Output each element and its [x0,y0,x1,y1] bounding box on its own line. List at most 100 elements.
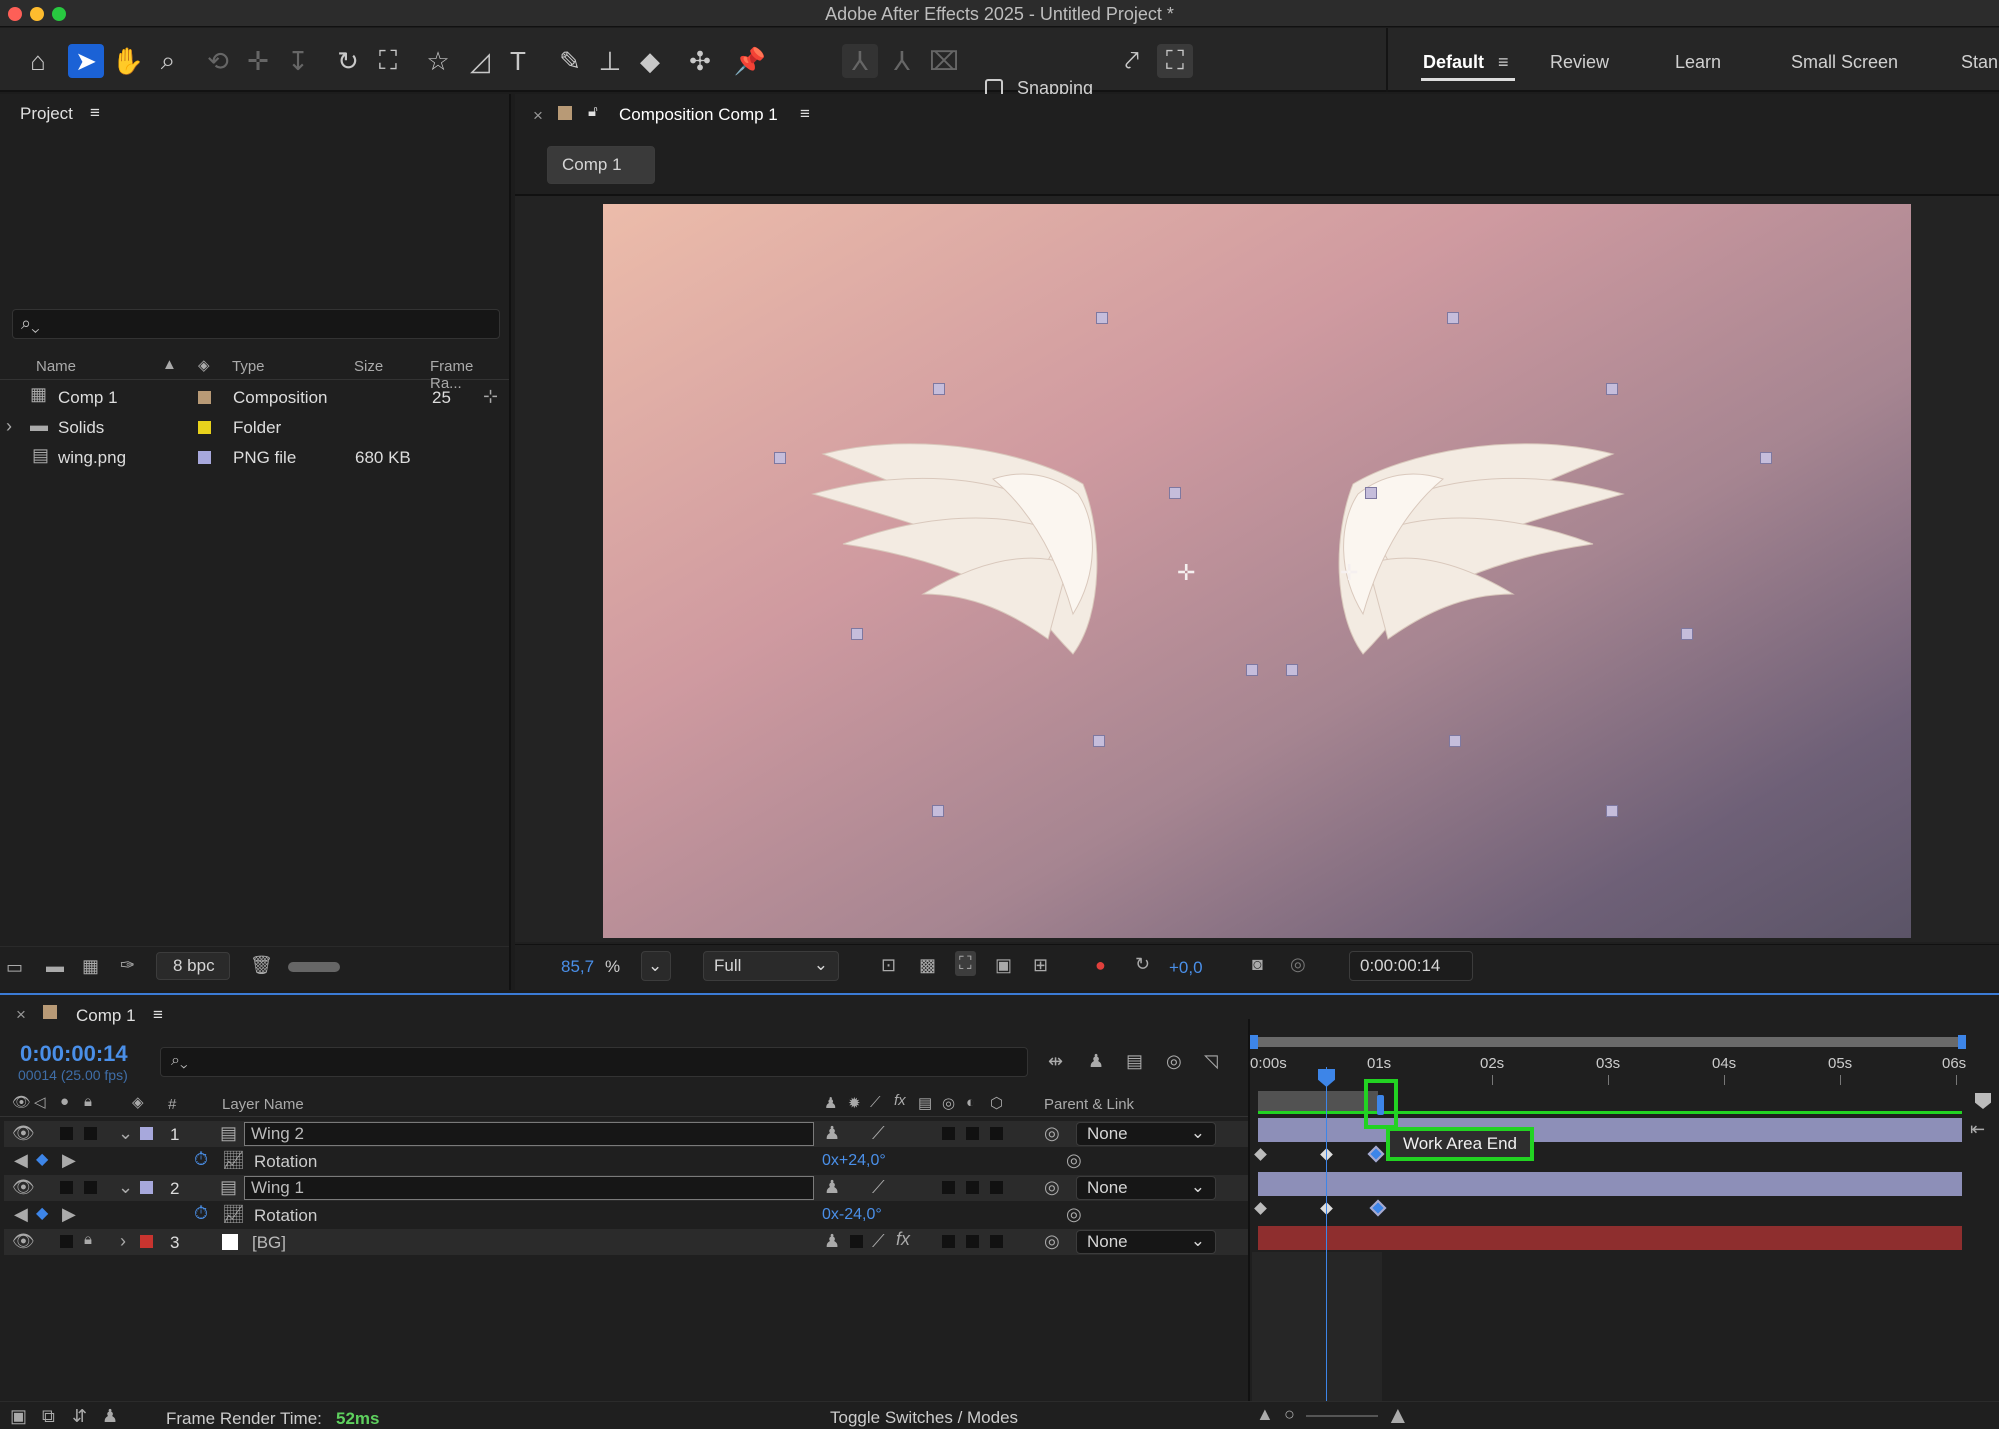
switch-box[interactable] [966,1235,979,1248]
solo-box[interactable] [60,1235,73,1248]
switch-box[interactable] [850,1235,863,1248]
zoom-dropdown[interactable]: ⌄ [641,951,671,981]
keyframe-selected[interactable] [1367,1145,1385,1163]
zoom-value[interactable]: 85,7 [561,957,594,977]
channels-icon[interactable]: ● [1095,955,1106,976]
work-area-start-handle[interactable] [1250,1035,1258,1049]
label-color-swatch[interactable] [198,451,211,464]
keyframe[interactable] [1254,1202,1267,1215]
project-search-input[interactable]: ⌕⌄ [12,309,500,339]
layer-name-field[interactable]: Wing 2 [244,1122,814,1146]
layer-bar-bg[interactable] [1258,1226,1962,1250]
eraser-icon[interactable]: ◆ [632,44,668,78]
close-tab-icon[interactable]: × [16,1005,26,1025]
star-shape-icon[interactable]: ☆ [420,44,456,78]
toggle-switches-modes[interactable]: Toggle Switches / Modes [830,1408,1018,1428]
twirl-open-icon[interactable]: ⌄ [118,1177,133,1198]
comp-end-marker[interactable] [1975,1093,1991,1109]
list-item[interactable]: ▦ Comp 1 Composition 25 ⊹ [0,382,498,412]
label-color-swatch[interactable] [198,421,211,434]
comp-panel-menu-icon[interactable]: ≡ [800,104,810,124]
lock-box[interactable] [84,1181,97,1194]
pick-whip-icon[interactable]: ◎ [1044,1177,1060,1198]
visibility-eye-icon[interactable]: 👁︎ [12,1177,35,1198]
dolly-icon[interactable]: ↧ [280,44,316,78]
transparency-grid-icon[interactable]: ▩ [919,955,936,976]
wing-left[interactable] [803,414,1103,664]
wing-right[interactable] [1333,414,1633,664]
visibility-eye-icon[interactable]: 👁︎ [12,1231,35,1252]
transform-handle[interactable] [1093,735,1105,747]
exposure-value[interactable]: +0,0 [1169,958,1203,978]
snapshot-camera-icon[interactable]: ◙ [1252,954,1263,975]
transfer-controls-toggle-icon[interactable]: ⧉ [42,1406,55,1427]
axis-world-icon[interactable]: ⅄ [884,44,920,78]
composition-mini-flowchart-icon[interactable]: ⇹ [1048,1051,1063,1072]
3d-switch-icon[interactable]: ⬡ [990,1094,1003,1112]
zoom-out-icon[interactable]: ▲ [1256,1404,1274,1425]
pick-whip-icon[interactable]: ◎ [1044,1123,1060,1144]
playhead-handle[interactable] [1318,1069,1335,1087]
zoom-slider-knob[interactable]: ○ [1284,1404,1295,1425]
transform-handle[interactable] [1365,487,1377,499]
prev-keyframe-icon[interactable]: ◀ [14,1204,28,1225]
frame-blend-switch-icon[interactable]: ▤ [918,1094,932,1112]
workspace-small-screen[interactable]: Small Screen [1791,52,1898,73]
workspace-standard[interactable]: Stan [1961,52,1998,73]
switch-box[interactable] [990,1235,1003,1248]
pan-icon[interactable]: ✛ [240,44,276,78]
table-row[interactable]: ◀ ◆ ▶ ⏱ 📈︎ Rotation 0x+24,0° ◎ [4,1148,1248,1174]
brush-icon[interactable]: ✎ [552,44,588,78]
timeline-menu-icon[interactable]: ≡ [153,1005,163,1025]
switch-box[interactable] [966,1127,979,1140]
project-panel-menu-icon[interactable]: ≡ [90,103,100,123]
timeline-tab-title[interactable]: Comp 1 [76,1006,136,1026]
bpc-button[interactable]: 8 bpc [156,952,230,980]
pen-icon[interactable]: ◿ [462,44,498,78]
shy-icon[interactable]: ♟ [824,1177,840,1198]
show-snapshot-icon[interactable]: ◎ [1290,954,1306,975]
thumbnail-slider[interactable] [288,962,340,972]
motion-blur-icon[interactable]: ◎ [1166,1051,1182,1072]
audio-switch-icon[interactable]: ◁ [34,1093,46,1111]
stopwatch-icon[interactable]: ⏱ [194,1149,208,1170]
delete-icon[interactable]: 🗑 [250,955,273,976]
type-icon[interactable]: T [500,44,536,78]
table-row[interactable]: ◀ ◆ ▶ ⏱ 📈︎ Rotation 0x-24,0° ◎ [4,1202,1248,1228]
label-color-swatch[interactable] [140,1127,153,1140]
region-of-interest-icon[interactable]: ▣ [995,955,1012,976]
col-layer-name[interactable]: Layer Name [222,1096,304,1113]
axis-view-icon[interactable]: ⌧ [926,44,962,78]
col-size[interactable]: Size [354,358,383,375]
shy-switch-icon[interactable]: ♟ [824,1094,837,1112]
transform-handle[interactable] [851,628,863,640]
work-area-end-handle[interactable] [1958,1035,1966,1049]
disclosure-arrow-icon[interactable]: › [6,416,12,437]
transform-handle[interactable] [774,452,786,464]
transform-handle[interactable] [1760,452,1772,464]
graph-icon[interactable]: 📈︎ [222,1204,245,1225]
adjustment-switch-icon[interactable]: ◐ [966,1094,975,1111]
layer-switches-toggle-icon[interactable]: ▣ [10,1406,27,1427]
fast-previews-icon[interactable]: ⊡ [881,955,896,976]
table-row[interactable]: 👁︎ ⌄ 1 ▤ Wing 2 ♟ ⟋ ◎ None ⌄ [4,1121,1248,1147]
keyframe-selected[interactable] [1369,1199,1387,1217]
property-value[interactable]: 0x-24,0° [822,1206,882,1224]
quality-switch-icon[interactable]: ⟋ [870,1094,881,1111]
timeline-search-input[interactable]: ⌕⌄ [160,1047,1028,1077]
solo-box[interactable] [60,1127,73,1140]
clone-stamp-icon[interactable]: ⊥ [592,44,628,78]
workspace-learn[interactable]: Learn [1675,52,1721,73]
layer-bar[interactable] [1258,1172,1962,1196]
shy-icon[interactable]: ♟ [824,1123,840,1144]
table-row[interactable]: 👁︎ 🔒︎ › 3 [BG] ♟ ⟋ fx ◎ None ⌄ [4,1229,1248,1255]
keyframe[interactable] [1254,1148,1267,1161]
work-area-end-marker[interactable] [1377,1095,1384,1115]
solo-switch-icon[interactable]: ● [60,1093,69,1110]
parent-dropdown[interactable]: None ⌄ [1076,1230,1216,1254]
twirl-closed-icon[interactable]: › [120,1231,126,1252]
switch-box[interactable] [990,1127,1003,1140]
lock-box[interactable] [84,1127,97,1140]
comp-canvas[interactable]: ✛ ✛ [603,204,1911,938]
effects-icon[interactable]: fx [896,1229,910,1250]
